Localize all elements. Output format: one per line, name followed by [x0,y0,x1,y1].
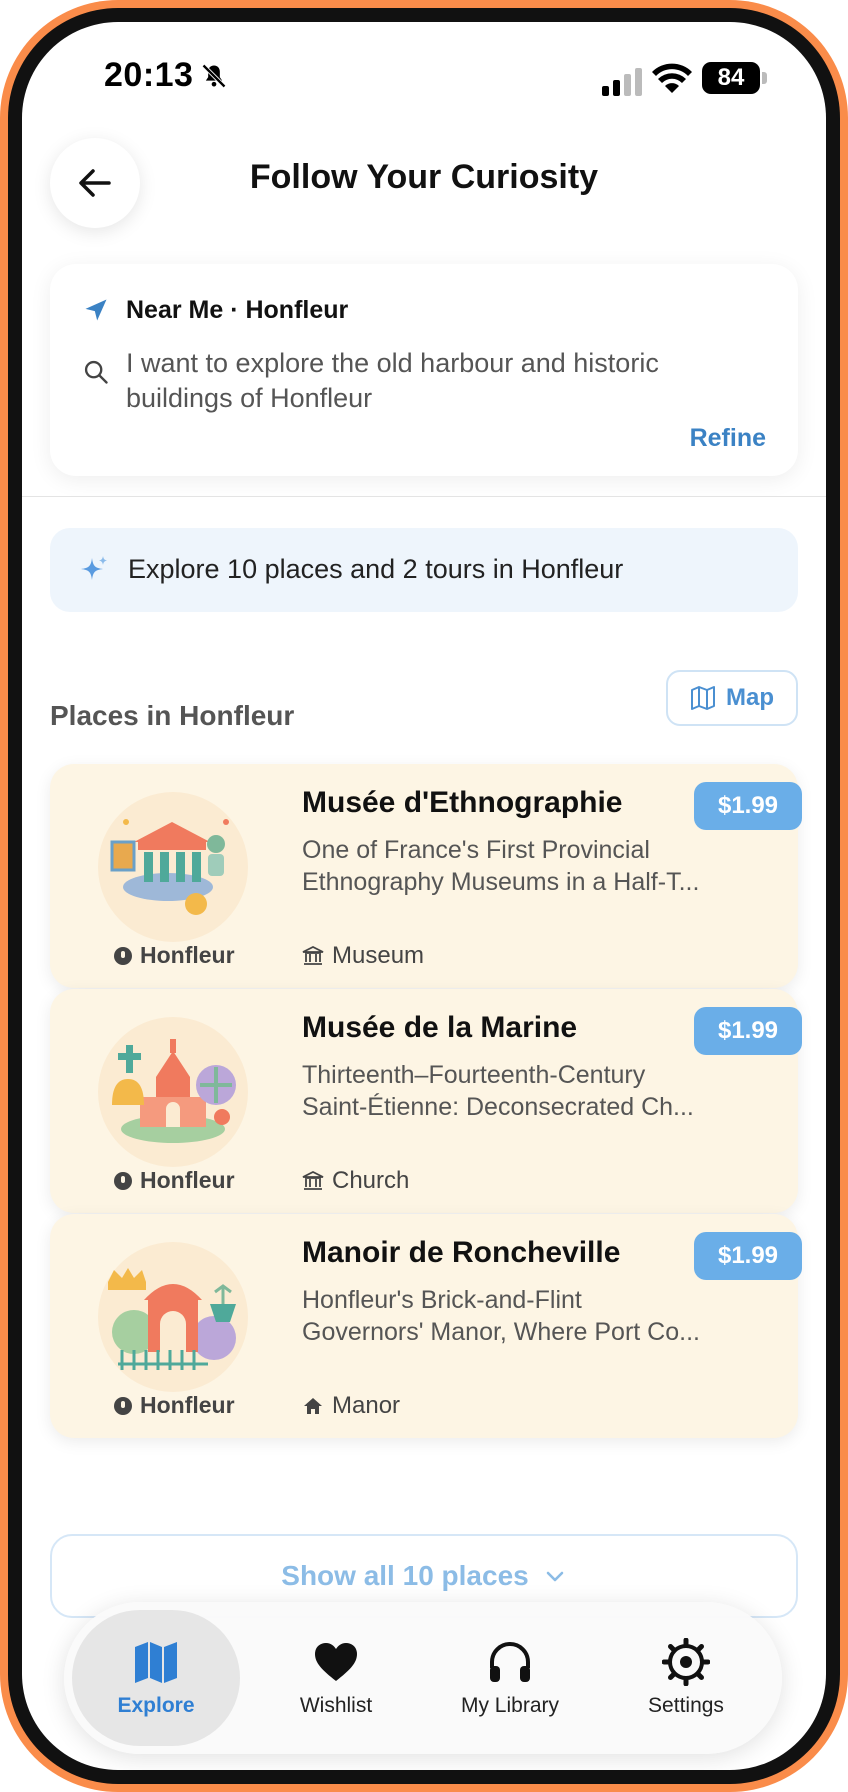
place-location: Honfleur [114,1167,235,1194]
search-query[interactable]: I want to explore the old harbour and hi… [126,346,726,416]
location-label: Near Me · Honfleur [126,296,349,324]
place-category: Museum [302,942,424,970]
headphones-icon [490,1642,530,1682]
sparkle-icon [81,556,107,580]
battery-indicator: 84 [702,62,760,94]
place-location-label: Honfleur [140,1167,235,1193]
place-category-label: Museum [332,942,425,969]
battery-tip [762,72,767,84]
place-description-line: Honfleur's Brick-and-Flint [302,1286,582,1314]
map-icon [135,1642,177,1683]
place-description: Thirteenth–Fourteenth-Century Saint-Étie… [302,1059,738,1123]
place-title: Manoir de Roncheville [302,1236,621,1269]
location-pin-icon [114,1171,132,1190]
place-category-label: Manor [332,1392,401,1419]
place-description-line: One of France's First Provincial [302,836,650,864]
section-title: Places in Honfleur [50,700,295,731]
museum-illustration [98,792,248,942]
search-icon [84,360,108,384]
place-location: Honfleur [114,942,235,969]
manor-illustration [98,1242,248,1392]
house-icon [304,1398,322,1414]
place-category-label: Church [332,1167,410,1194]
place-card[interactable]: Manoir de Roncheville Honfleur's Brick-a… [50,1214,802,1438]
place-card[interactable]: Musée d'Ethnographie One of France's Fir… [50,764,802,988]
silent-bell-icon [202,64,226,88]
tab-label: Explore [117,1694,195,1717]
status-bar: 20:13 84 [22,22,826,132]
museum-icon [302,1170,324,1190]
map-button[interactable]: Map [666,670,798,726]
place-location: Honfleur [114,1392,235,1419]
place-location-label: Honfleur [140,942,235,968]
divider [22,496,826,497]
tab-label: My Library [460,1694,560,1717]
price-badge[interactable]: $1.99 [694,782,802,830]
location-pin-icon [114,1396,132,1415]
place-title: Musée d'Ethnographie [302,786,623,819]
wifi-icon [652,63,692,93]
screen: 20:13 84 Follow Your Curiosity Near Me ·… [22,22,826,1770]
map-icon [691,686,715,710]
place-description: One of France's First Provincial Ethnogr… [302,834,738,898]
place-description-line: Ethnography Museums in a Half-T... [302,868,700,896]
tab-label: Wishlist [299,1694,373,1717]
tab-label: Settings [648,1694,724,1717]
heart-icon [315,1643,357,1681]
price-badge[interactable]: $1.99 [694,1232,802,1280]
show-all-label: Show all 10 places [281,1560,529,1591]
place-description-line: Governors' Manor, Where Port Co... [302,1318,700,1346]
summary-text: Explore 10 places and 2 tours in Honfleu… [128,554,624,584]
gear-icon [662,1638,710,1686]
place-location-label: Honfleur [140,1392,235,1418]
place-description-line: Thirteenth–Fourteenth-Century [302,1061,646,1089]
location-arrow-icon [85,299,107,321]
place-category: Church [302,1167,409,1195]
church-illustration [98,1017,248,1167]
tab-wishlist[interactable]: Wishlist [252,1610,420,1746]
map-button-label: Map [726,684,774,711]
tab-my-library[interactable]: My Library [426,1610,594,1746]
summary-banner: Explore 10 places and 2 tours in Honfleu… [50,528,798,612]
price-badge[interactable]: $1.99 [694,1007,802,1055]
museum-icon [302,945,324,965]
place-card[interactable]: Musée de la Marine Thirteenth–Fourteenth… [50,989,802,1213]
cellular-signal-icon [602,68,642,96]
refine-button[interactable]: Refine [690,424,766,453]
search-card[interactable]: Near Me · Honfleur I want to explore the… [50,264,798,476]
place-description: Honfleur's Brick-and-Flint Governors' Ma… [302,1284,738,1348]
place-category: Manor [302,1392,400,1420]
place-description-line: Saint-Étienne: Deconsecrated Ch... [302,1093,694,1121]
tab-bar: Explore Wishlist My Library Settings [64,1602,782,1754]
tab-settings[interactable]: Settings [602,1610,770,1746]
chevron-down-icon [546,1571,564,1582]
tab-explore[interactable]: Explore [72,1610,240,1746]
location-pin-icon [114,946,132,965]
page-title: Follow Your Curiosity [249,158,599,196]
status-time: 20:13 [104,56,194,94]
place-title: Musée de la Marine [302,1011,578,1044]
